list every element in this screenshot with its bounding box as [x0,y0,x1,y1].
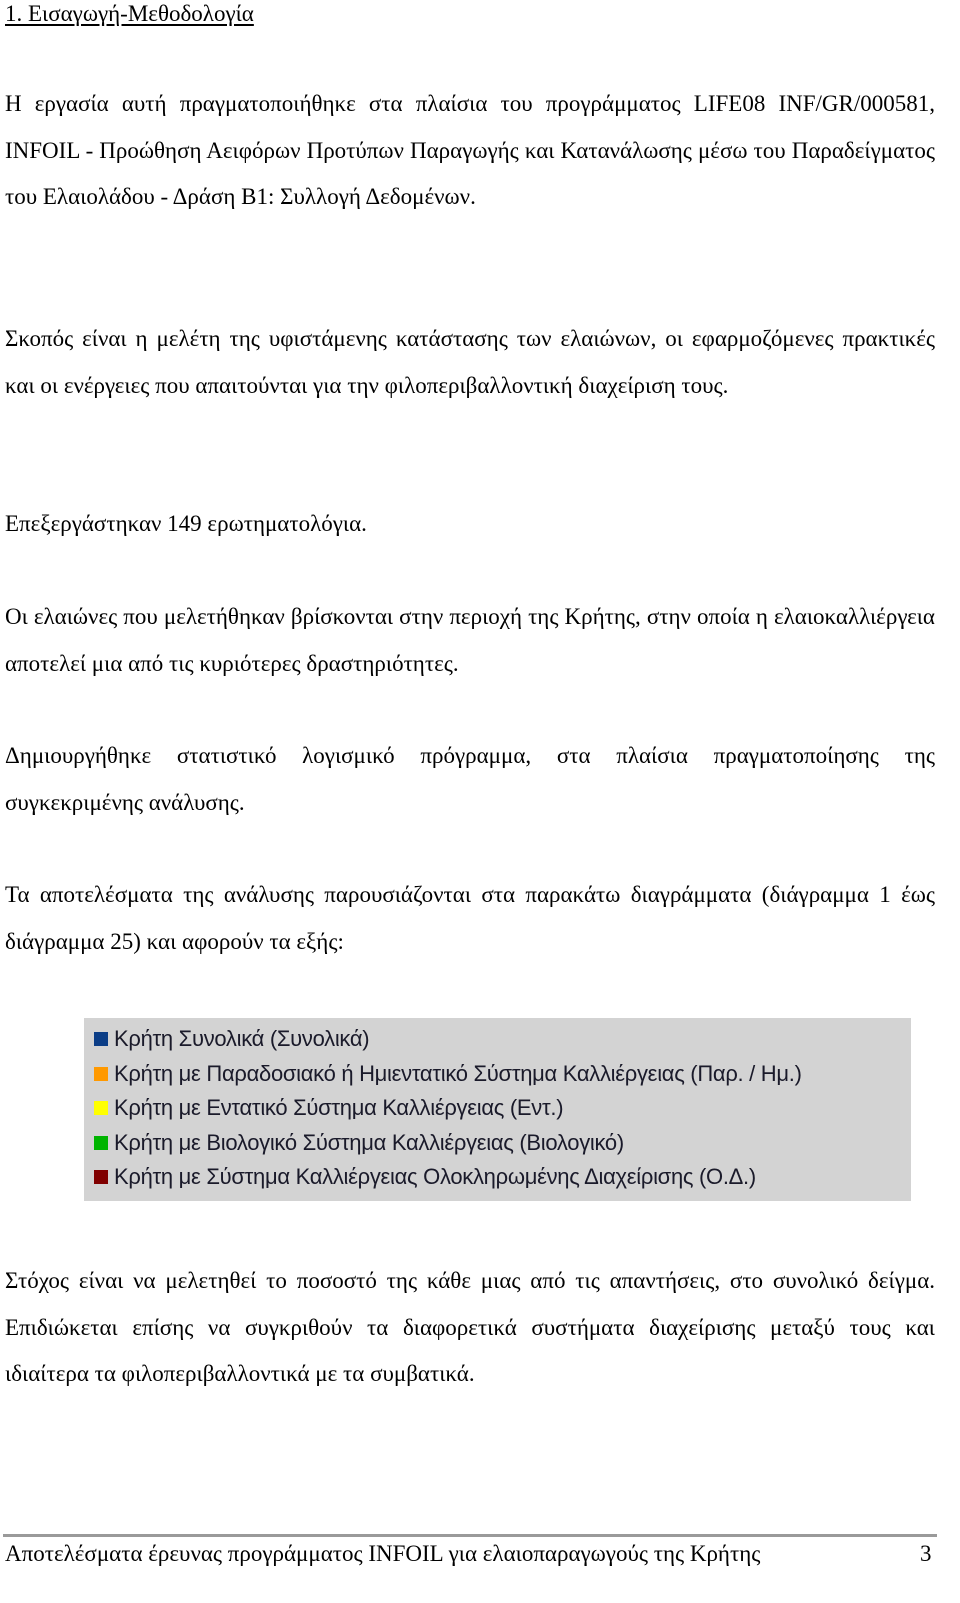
paragraph-results-intro: Τα αποτελέσματα της ανάλυσης παρουσιάζον… [5,882,935,954]
legend-swatch-icon [94,1066,108,1081]
legend-item-organic: Κρήτη με Βιολογικό Σύστημα Καλλιέργειας … [94,1126,911,1161]
legend-label: Κρήτη με Σύστημα Καλλιέργειας Ολοκληρωμέ… [114,1164,756,1190]
paragraph-software: Δημιουργήθηκε στατιστικό λογισμικό πρόγρ… [5,743,935,815]
paragraph-objective: Σκοπός είναι η μελέτη της υφιστάμενης κα… [5,326,935,398]
footer-title: Αποτελέσματα έρευνας προγράμματος INFOIL… [5,1541,761,1566]
legend-swatch-icon [94,1135,108,1150]
legend-item-integrated: Κρήτη με Σύστημα Καλλιέργειας Ολοκληρωμέ… [94,1160,911,1195]
paragraph-goal: Στόχος είναι να μελετηθεί το ποσοστό της… [5,1268,935,1386]
legend-swatch-icon [94,1101,108,1116]
legend-swatch-icon [94,1170,108,1185]
legend-label: Κρήτη Συνολικά (Συνολικά) [114,1026,370,1052]
chart-legend: Κρήτη Συνολικά (Συνολικά) Κρήτη με Παραδ… [84,1018,911,1201]
paragraph-questionnaires: Επεξεργάστηκαν 149 ερωτηματολόγια. [5,511,367,536]
paragraph-region: Οι ελαιώνες που μελετήθηκαν βρίσκονται σ… [5,604,935,676]
legend-label: Κρήτη με Παραδοσιακό ή Ημιεντατικό Σύστη… [114,1060,802,1086]
legend-item-intensive: Κρήτη με Εντατικό Σύστημα Καλλιέργειας (… [94,1091,911,1126]
legend-label: Κρήτη με Εντατικό Σύστημα Καλλιέργειας (… [114,1095,564,1121]
legend-item-traditional: Κρήτη με Παραδοσιακό ή Ημιεντατικό Σύστη… [94,1057,911,1092]
legend-label: Κρήτη με Βιολογικό Σύστημα Καλλιέργειας … [114,1129,624,1155]
paragraph-project-intro: Η εργασία αυτή πραγματοποιήθηκε στα πλαί… [5,91,935,209]
page-number: 3 [920,1541,932,1566]
footer-divider [3,1534,937,1537]
legend-item-total: Κρήτη Συνολικά (Συνολικά) [94,1022,911,1057]
section-heading: 1. Εισαγωγή-Μεθοδολογία [5,1,254,26]
legend-swatch-icon [94,1032,108,1047]
